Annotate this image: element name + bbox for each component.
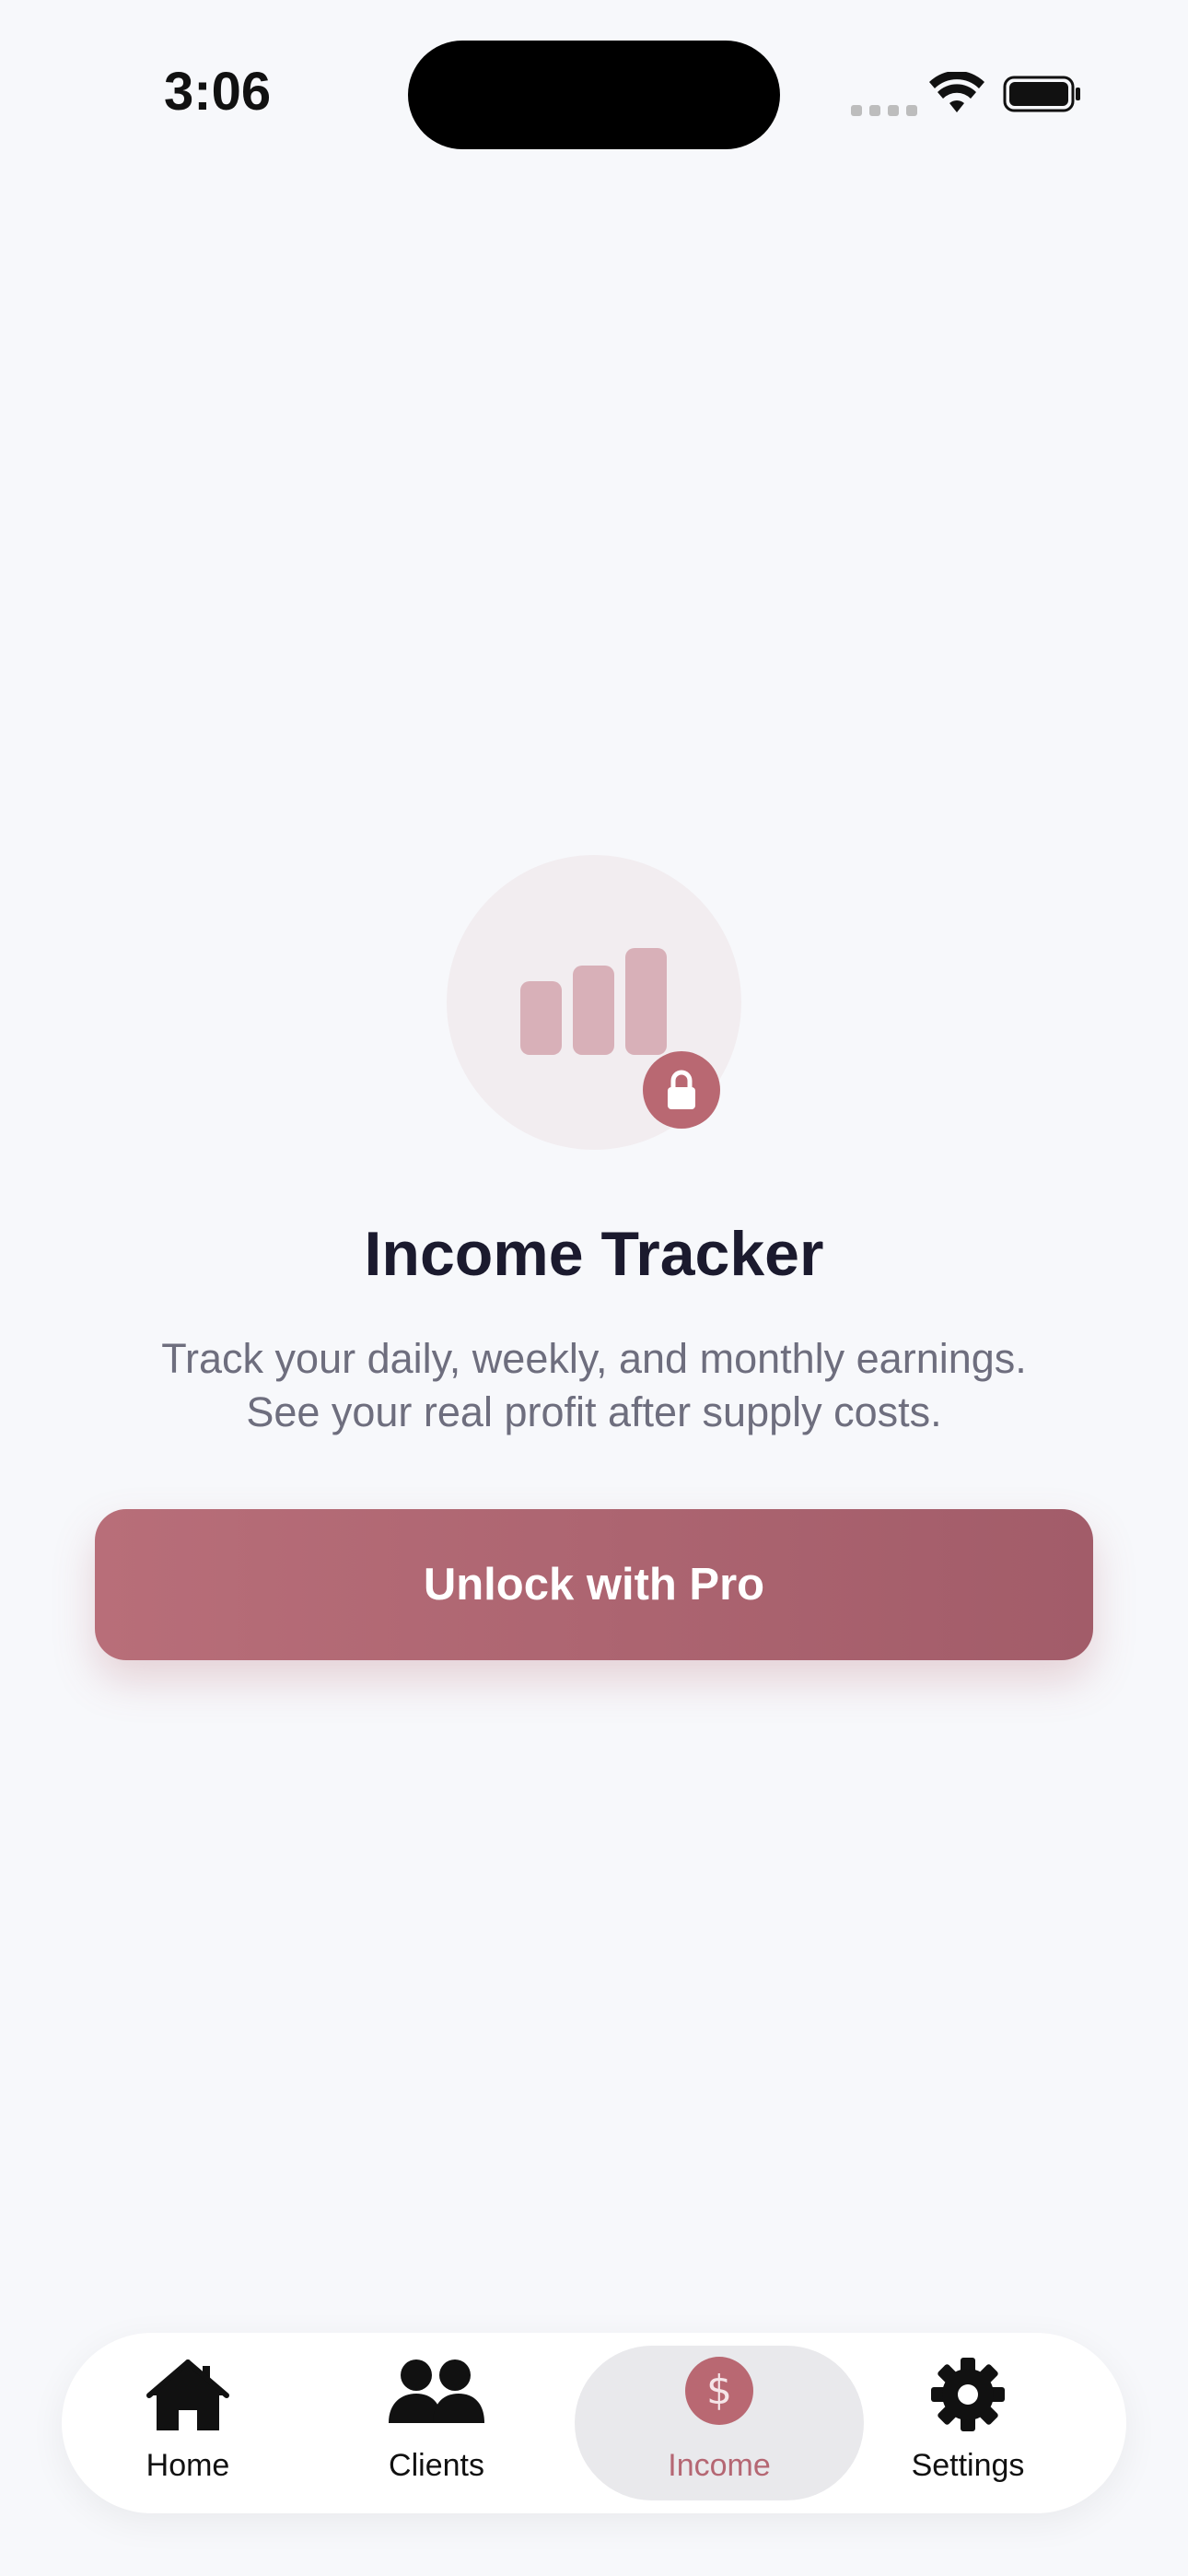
wifi-icon — [929, 72, 984, 112]
feature-description: Track your daily, weekly, and monthly ea… — [0, 1332, 1188, 1439]
tab-bar: Home Clients $ Income Settings — [62, 2333, 1126, 2513]
income-screen: 3:06 Income Tracker Track your daily, we… — [0, 0, 1188, 2576]
gear-icon — [931, 2358, 1005, 2431]
tab-settings-label: Settings — [911, 2448, 1025, 2483]
tab-home[interactable]: Home — [96, 2346, 280, 2500]
house-icon — [146, 2359, 229, 2430]
tab-home-label: Home — [146, 2448, 230, 2483]
tab-clients[interactable]: Clients — [344, 2346, 529, 2500]
tab-income[interactable]: $ Income — [575, 2346, 864, 2500]
status-time: 3:06 — [164, 62, 272, 122]
cellular-signal-icon — [851, 105, 917, 116]
lock-icon — [668, 1070, 695, 1109]
people-icon — [389, 2359, 484, 2423]
description-line-2: See your real profit after supply costs. — [246, 1388, 942, 1435]
dynamic-island — [408, 41, 780, 149]
description-line-1: Track your daily, weekly, and monthly ea… — [161, 1335, 1027, 1382]
unlock-pro-button[interactable]: Unlock with Pro — [95, 1509, 1093, 1660]
tab-income-label: Income — [668, 2448, 771, 2483]
tab-settings[interactable]: Settings — [876, 2346, 1060, 2500]
battery-icon — [1003, 76, 1080, 112]
status-indicators — [851, 72, 1090, 118]
feature-title: Income Tracker — [364, 1219, 824, 1289]
lock-badge — [643, 1051, 720, 1129]
tab-clients-label: Clients — [389, 2448, 484, 2483]
dollar-icon: $ — [685, 2357, 753, 2425]
